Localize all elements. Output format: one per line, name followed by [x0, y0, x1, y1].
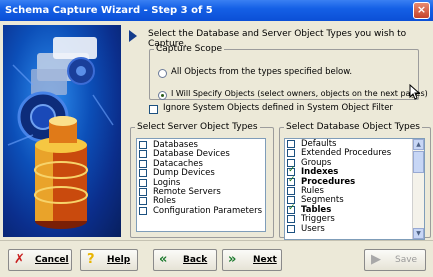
cancel-button[interactable]: ✗ Cancel [8, 249, 72, 271]
item-checkbox[interactable] [139, 159, 147, 168]
close-button[interactable]: × [413, 2, 430, 19]
item-checkbox[interactable] [139, 169, 147, 178]
back-button[interactable]: « Back [153, 249, 217, 271]
item-checkbox[interactable] [287, 215, 295, 224]
server-types-list[interactable]: Databases Database Devices Datacaches Du… [136, 138, 266, 232]
title-bar: Schema Capture Wizard - Step 3 of 5 × [0, 0, 433, 21]
item-checkbox[interactable] [139, 178, 147, 187]
scroll-up-button[interactable]: ▲ [413, 139, 424, 150]
close-icon: × [416, 3, 427, 16]
pointer-arrow-icon [129, 30, 137, 42]
item-checkbox[interactable] [139, 197, 147, 206]
ignore-system-checkbox[interactable] [149, 105, 158, 114]
window-title: Schema Capture Wizard - Step 3 of 5 [5, 5, 213, 16]
item-checkbox[interactable] [139, 187, 147, 196]
wizard-window: Schema Capture Wizard - Step 3 of 5 × Se… [0, 0, 433, 277]
specify-objects-label: I Will Specify Objects (select owners, o… [171, 89, 428, 98]
item-checkbox[interactable] [139, 150, 147, 159]
list-item[interactable]: Users [285, 224, 424, 234]
scroll-thumb[interactable] [413, 151, 424, 173]
item-checkbox[interactable] [287, 186, 295, 195]
all-objects-radio[interactable] [158, 69, 167, 78]
item-checkbox[interactable] [287, 176, 296, 186]
question-icon: ? [87, 252, 95, 267]
database-list-scrollbar[interactable]: ▲ ▼ [412, 139, 424, 239]
database-types-list[interactable]: Defaults Extended Procedures Groups Inde… [284, 138, 425, 240]
button-bar: ✗ Cancel ? Help « Back » Next ▶ Save [0, 240, 433, 277]
wizard-side-image [3, 25, 121, 237]
double-right-arrow-icon: » [228, 252, 237, 267]
next-button[interactable]: » Next [222, 249, 282, 271]
capture-scope-group: Capture Scope All Objects from the types… [149, 44, 428, 100]
save-button[interactable]: ▶ Save [364, 249, 426, 271]
double-left-arrow-icon: « [159, 252, 168, 267]
play-icon: ▶ [371, 252, 381, 267]
mouse-cursor-icon [409, 84, 421, 100]
specify-objects-radio[interactable] [158, 91, 167, 100]
help-button[interactable]: ? Help [80, 249, 138, 271]
database-illustration [7, 37, 114, 229]
item-checkbox[interactable] [287, 204, 296, 214]
item-checkbox[interactable] [287, 224, 295, 233]
list-item[interactable]: Configuration Parameters [137, 206, 265, 216]
x-icon: ✗ [14, 252, 25, 267]
server-types-legend: Select Server Object Types [137, 122, 258, 132]
server-types-group: Select Server Object Types Databases Dat… [130, 122, 274, 238]
item-checkbox[interactable] [139, 206, 147, 215]
item-checkbox[interactable] [287, 149, 295, 158]
item-checkbox[interactable] [139, 141, 147, 149]
database-types-legend: Select Database Object Types [286, 122, 420, 132]
capture-scope-legend: Capture Scope [156, 44, 223, 54]
all-objects-label: All Objects from the types specified bel… [171, 67, 353, 77]
ignore-system-label: Ignore System Objects defined in System … [163, 103, 393, 113]
wizard-content: Select the Database and Server Object Ty… [126, 22, 433, 240]
item-checkbox[interactable] [287, 140, 295, 148]
database-types-group: Select Database Object Types Defaults Ex… [279, 122, 431, 240]
scroll-down-button[interactable]: ▼ [413, 228, 424, 239]
